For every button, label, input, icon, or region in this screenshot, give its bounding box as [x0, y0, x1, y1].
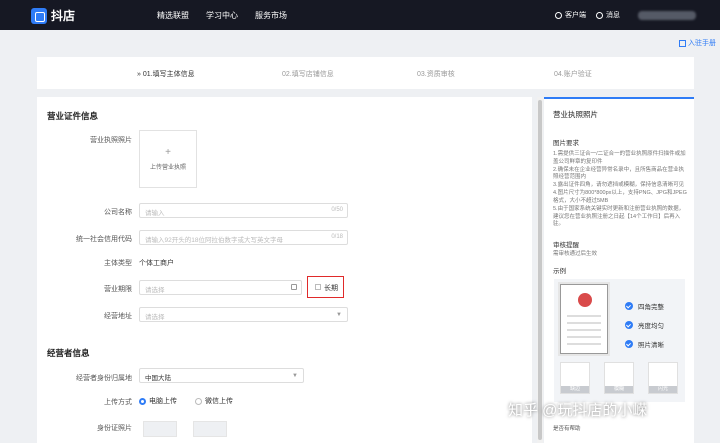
- help-panel: 营业执照照片 图片要求 1.需提供三证合一/二证合一的营业执照原件扫描件或加盖公…: [544, 97, 694, 443]
- company-name-count: 0/50: [331, 207, 343, 213]
- upload-method-label: 上传方式: [104, 399, 132, 406]
- book-icon: [679, 39, 686, 47]
- upload-pc-label[interactable]: 电脑上传: [149, 396, 177, 406]
- business-section-title: 营业证件信息: [47, 111, 99, 121]
- check-item: 亮度均匀: [625, 320, 664, 330]
- requirement-item: 2.确保未在企业经营异常名录中，且所售商品在营业执照经营范围内: [553, 166, 685, 181]
- bad-example-thumb: 缺边: [560, 362, 590, 394]
- credit-code-placeholder: 请输入92开头的18位阿拉伯数字或大写英文字母: [145, 237, 283, 244]
- step-4: 04.账户验证: [554, 71, 592, 78]
- step-3: 03.资质审核: [417, 71, 455, 78]
- operator-section-title: 经营者信息: [47, 348, 90, 358]
- example-checklist: 四角完整 亮度均匀 照片清晰: [625, 301, 664, 358]
- download-icon: [555, 11, 562, 19]
- upload-method-group: 电脑上传 微信上传: [139, 396, 233, 406]
- helpful-feedback[interactable]: 是否有帮助: [553, 424, 581, 432]
- client-download-link[interactable]: 客户端: [555, 10, 586, 20]
- requirement-item: 1.需提供三证合一/二证合一的营业执照原件扫描件或加盖公司鲜章的复印件: [553, 151, 686, 165]
- top-navbar: 抖店 精选联盟 学习中心 服务市场 客户端 消息: [0, 0, 720, 30]
- requirement-item: 4.图片尺寸为800*800px以上，支持PNG、JPG和JPEG格式，大小不超…: [553, 190, 687, 205]
- audit-title: 审核提醒: [553, 242, 579, 249]
- nav-item-alliance[interactable]: 精选联盟: [157, 10, 189, 21]
- requirement-item: 3.露出证件四角，请勿遮挡或模糊，保持信息清晰可见: [553, 182, 685, 189]
- id-back-upload[interactable]: [193, 421, 227, 437]
- check-item: 四角完整: [625, 301, 664, 311]
- entry-manual-link[interactable]: 入驻手册: [679, 38, 716, 48]
- client-label: 客户端: [565, 12, 586, 19]
- example-title: 示例: [553, 268, 566, 275]
- check-item: 照片清晰: [625, 339, 664, 349]
- national-emblem-icon: [578, 293, 592, 307]
- requirements-title: 图片要求: [553, 140, 579, 147]
- chevron-down-icon: ▼: [292, 373, 298, 379]
- top-right-actions: 客户端 消息: [545, 10, 696, 20]
- nav-item-market[interactable]: 服务市场: [255, 10, 287, 21]
- check-icon: [625, 340, 633, 348]
- main-form: 营业证件信息 营业执照照片 + 上传营业执照 公司名称 请输入 0/50 统一社…: [37, 97, 532, 443]
- business-period-input[interactable]: 请选择: [139, 280, 302, 295]
- nav-item-learning[interactable]: 学习中心: [206, 10, 238, 21]
- business-period-label: 营业期限: [104, 286, 132, 293]
- requirement-item: 5.由于国家系统关键实时更新和注册营业执照的数据，建议您在营业执照注册之日起【1…: [553, 206, 685, 228]
- form-scrollbar-thumb[interactable]: [538, 100, 542, 440]
- company-name-placeholder: 请输入: [145, 210, 165, 217]
- step-1: » 01.填写主体信息: [137, 71, 195, 78]
- bad-example-thumb: 模糊: [604, 362, 634, 394]
- entry-manual-label: 入驻手册: [688, 40, 716, 47]
- bad-example-thumb: 闪光: [648, 362, 678, 394]
- address-label: 经营地址: [104, 313, 132, 320]
- id-photo-label: 身份证照片: [97, 425, 132, 432]
- app-name: 抖店: [51, 9, 76, 23]
- example-box: 四角完整 亮度均匀 照片清晰 缺边 模糊 闪光: [554, 279, 685, 402]
- id-front-upload[interactable]: [143, 421, 177, 437]
- credit-code-count: 0/18: [331, 234, 343, 240]
- company-name-input[interactable]: 请输入 0/50: [139, 203, 348, 218]
- radio-wechat-icon[interactable]: [195, 397, 202, 405]
- region-label: 经营者身份归属地: [76, 375, 132, 382]
- checkbox-icon: [315, 284, 321, 290]
- license-upload[interactable]: + 上传营业执照: [139, 130, 197, 188]
- check-icon: [625, 321, 633, 329]
- business-period-placeholder: 请选择: [145, 287, 165, 294]
- longterm-label: 长期: [324, 285, 338, 292]
- address-select[interactable]: 请选择 ▼: [139, 307, 348, 322]
- messages-label: 消息: [606, 12, 620, 19]
- requirements-list: 1.需提供三证合一/二证合一的营业执照原件扫描件或加盖公司鲜章的复印件 2.确保…: [553, 151, 688, 229]
- bell-icon: [596, 11, 603, 19]
- app-logo[interactable]: 抖店: [31, 7, 75, 24]
- region-value: 中国大陆: [145, 375, 171, 382]
- entity-type-value: 个体工商户: [139, 260, 174, 267]
- user-account-blurred[interactable]: [638, 10, 696, 20]
- watermark: 知乎 @玩抖店的小嵘: [508, 402, 648, 419]
- main-nav: 精选联盟 学习中心 服务市场: [157, 10, 287, 21]
- messages-link[interactable]: 消息: [596, 10, 620, 20]
- chevron-down-icon: ▼: [336, 312, 342, 318]
- credit-code-label: 统一社会信用代码: [76, 236, 132, 243]
- longterm-checkbox[interactable]: 长期: [307, 276, 344, 298]
- credit-code-input[interactable]: 请输入92开头的18位阿拉伯数字或大写英文字母 0/18: [139, 230, 348, 245]
- address-placeholder: 请选择: [145, 314, 165, 321]
- entity-type-label: 主体类型: [104, 260, 132, 267]
- check-icon: [625, 302, 633, 310]
- help-title: 营业执照照片: [553, 110, 598, 119]
- douyin-shop-logo-icon: [31, 7, 47, 24]
- step-2: 02.填写店铺信息: [282, 71, 334, 78]
- progress-steps: » 01.填写主体信息 02.填写店铺信息 03.资质审核 04.账户验证: [37, 57, 694, 89]
- region-select[interactable]: 中国大陆 ▼: [139, 368, 304, 383]
- plus-icon: +: [165, 147, 171, 158]
- company-name-label: 公司名称: [104, 209, 132, 216]
- upload-text: 上传营业执照: [149, 165, 186, 171]
- upload-wechat-label[interactable]: 微信上传: [205, 396, 233, 406]
- license-label: 营业执照照片: [90, 137, 132, 144]
- license-example-image: [560, 284, 608, 354]
- radio-pc-icon[interactable]: [139, 397, 146, 405]
- audit-note: 需审核通过后生效: [553, 251, 598, 257]
- calendar-icon: [291, 284, 297, 290]
